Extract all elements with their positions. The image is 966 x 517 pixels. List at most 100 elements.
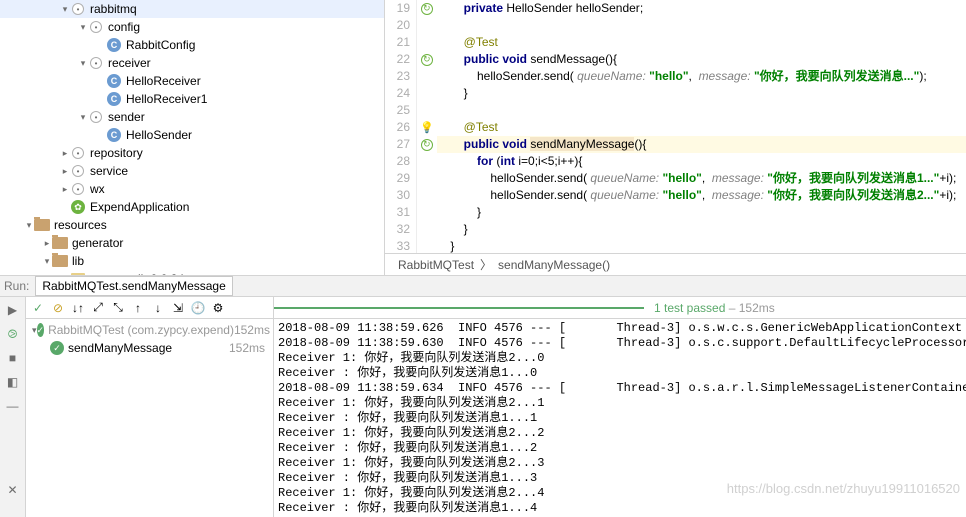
tree-item[interactable]: C HelloReceiver — [0, 72, 384, 90]
run-toolwindow-tabs: Run: RabbitMQTest.sendManyMessage — [0, 275, 966, 297]
code-content[interactable]: private HelloSender helloSender; @Test p… — [437, 0, 966, 253]
package-icon — [88, 109, 104, 125]
package-icon — [70, 145, 86, 161]
class-icon: C — [106, 37, 122, 53]
breadcrumb-item[interactable]: RabbitMQTest — [398, 258, 474, 272]
watermark: https://blog.csdn.net/zhuyu19911016520 — [727, 481, 960, 496]
gutter-marks[interactable]: 💡 — [417, 0, 437, 253]
jar-icon — [70, 271, 86, 275]
tree-label: HelloReceiver — [126, 74, 201, 88]
folder-icon — [52, 235, 68, 251]
tree-label: ExpendApplication — [90, 200, 189, 214]
package-icon — [70, 163, 86, 179]
test-tree-panel: ✓ ⊘ ↓↑ ⤢ ⤡ ↑ ↓ ⇲ 🕘 ⚙ ▾ RabbitMQTest (com… — [26, 297, 274, 517]
debug-button[interactable]: ⧁ — [4, 325, 22, 343]
package-icon — [70, 181, 86, 197]
class-icon: C — [106, 73, 122, 89]
progress-bar — [274, 307, 644, 309]
tree-item[interactable]: C HelloReceiver1 — [0, 90, 384, 108]
tree-label: wxpay-sdk-0.0.3.jar — [90, 272, 194, 275]
run-config-tab[interactable]: RabbitMQTest.sendManyMessage — [35, 276, 232, 296]
tree-label: resources — [54, 218, 107, 232]
chevron-icon[interactable]: ▾ — [42, 256, 52, 267]
package-icon — [70, 1, 86, 17]
gutter-run-icon[interactable] — [417, 51, 437, 68]
tree-item[interactable]: ExpendApplication — [0, 198, 384, 216]
tree-item[interactable]: ▸ wx — [0, 180, 384, 198]
tree-item[interactable]: ▸ service — [0, 162, 384, 180]
settings-icon[interactable]: ⚙ — [210, 300, 226, 316]
chevron-icon[interactable]: ▸ — [60, 184, 70, 195]
chevron-right-icon: 〉 — [480, 256, 492, 273]
expand-icon[interactable]: ⤢ — [90, 300, 106, 316]
close-button[interactable]: ✕ — [4, 481, 22, 499]
tree-item[interactable]: ▸ repository — [0, 144, 384, 162]
history-icon[interactable]: 🕘 — [190, 300, 206, 316]
breadcrumb-item[interactable]: sendManyMessage() — [498, 258, 610, 272]
tree-item[interactable]: ▾ rabbitmq — [0, 0, 384, 18]
test-run-toolbar: ▶ ⧁ ■ ◧ — ✕ — [0, 297, 26, 517]
class-icon: C — [106, 91, 122, 107]
tree-label: rabbitmq — [90, 2, 137, 16]
tree-item[interactable]: C HelloSender — [0, 126, 384, 144]
tree-label: repository — [90, 146, 143, 160]
sort-icon[interactable]: ↓↑ — [70, 300, 86, 316]
tree-label: receiver — [108, 56, 151, 70]
chevron-icon[interactable]: ▾ — [78, 22, 88, 33]
package-icon — [88, 55, 104, 71]
test-status-bar: 1 test passed – 152ms — [274, 297, 966, 319]
tree-label: config — [108, 20, 140, 34]
chevron-icon[interactable]: ▾ — [24, 220, 34, 231]
gutter-run-icon[interactable] — [417, 0, 437, 17]
folder-icon — [52, 253, 68, 269]
editor: 192021222324252627282930313233 💡 private… — [385, 0, 966, 275]
show-passed-icon[interactable]: ✓ — [30, 300, 46, 316]
chevron-icon[interactable]: ▸ — [60, 166, 70, 177]
stop-button[interactable]: ■ — [4, 349, 22, 367]
project-tree[interactable]: ▾rabbitmq▾configCRabbitConfig▾receiverCH… — [0, 0, 385, 275]
tree-item[interactable]: ▸ generator — [0, 234, 384, 252]
chevron-icon[interactable]: ▸ — [60, 148, 70, 159]
tree-label: generator — [72, 236, 123, 250]
spring-icon — [70, 199, 86, 215]
chevron-icon[interactable]: ▸ — [42, 238, 52, 249]
tree-item[interactable]: ▾ receiver — [0, 54, 384, 72]
tree-label: wx — [90, 182, 105, 196]
test-root[interactable]: ▾ RabbitMQTest (com.zypcy.expend) 152ms — [28, 321, 271, 339]
folder-icon — [34, 217, 50, 233]
export-icon[interactable]: ⇲ — [170, 300, 186, 316]
chevron-icon[interactable]: ▾ — [78, 58, 88, 69]
package-icon — [88, 19, 104, 35]
pin-button[interactable]: — — [4, 397, 22, 415]
tree-label: HelloReceiver1 — [126, 92, 207, 106]
intention-bulb-icon[interactable]: 💡 — [417, 119, 437, 136]
run-button[interactable]: ▶ — [4, 301, 22, 319]
prev-icon[interactable]: ↑ — [130, 300, 146, 316]
tree-item[interactable]: ▾ lib — [0, 252, 384, 270]
gutter-run-icon[interactable] — [417, 136, 437, 153]
collapse-icon[interactable]: ⤡ — [110, 300, 126, 316]
tree-item[interactable]: C RabbitConfig — [0, 36, 384, 54]
chevron-icon[interactable]: ▾ — [60, 4, 70, 15]
tree-label: lib — [72, 254, 84, 268]
gutter[interactable]: 192021222324252627282930313233 — [385, 0, 417, 253]
run-label: Run: — [4, 279, 29, 293]
class-icon: C — [106, 127, 122, 143]
ok-icon — [37, 323, 45, 337]
ok-icon — [50, 341, 64, 355]
tree-item[interactable]: ▾ resources — [0, 216, 384, 234]
tree-label: RabbitConfig — [126, 38, 195, 52]
tree-item[interactable]: wxpay-sdk-0.0.3.jar — [0, 270, 384, 275]
show-ignored-icon[interactable]: ⊘ — [50, 300, 66, 316]
tree-item[interactable]: ▾ config — [0, 18, 384, 36]
test-filter-toolbar: ✓ ⊘ ↓↑ ⤢ ⤡ ↑ ↓ ⇲ 🕘 ⚙ — [26, 297, 273, 319]
breadcrumb[interactable]: RabbitMQTest 〉 sendManyMessage() — [385, 253, 966, 275]
chevron-icon[interactable]: ▾ — [78, 112, 88, 123]
tree-label: HelloSender — [126, 128, 192, 142]
tree-item[interactable]: ▾ sender — [0, 108, 384, 126]
tree-label: service — [90, 164, 128, 178]
test-item[interactable]: sendManyMessage 152ms — [28, 339, 271, 357]
layout-button[interactable]: ◧ — [4, 373, 22, 391]
next-icon[interactable]: ↓ — [150, 300, 166, 316]
tree-label: sender — [108, 110, 145, 124]
